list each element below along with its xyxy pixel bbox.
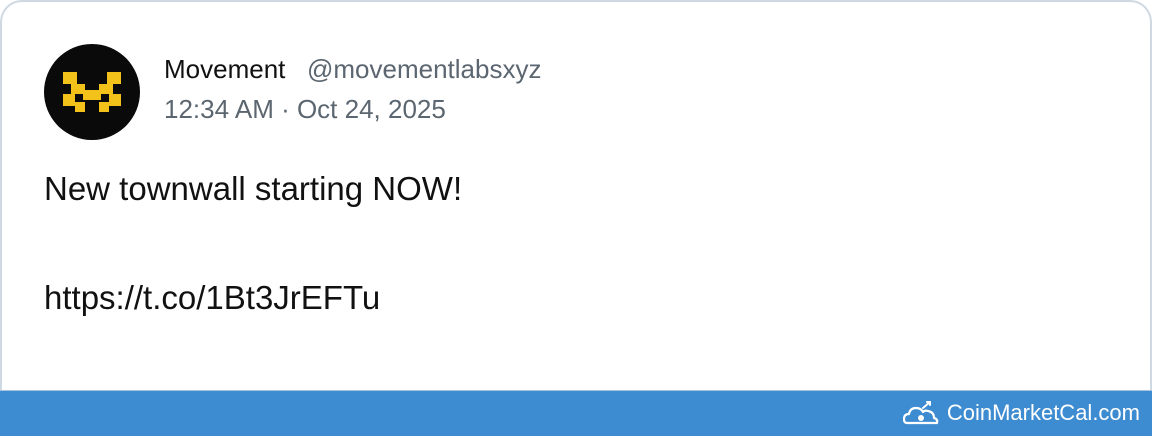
avatar[interactable] <box>44 44 140 140</box>
tweet-text: New townwall starting NOW! <box>44 170 463 207</box>
brand[interactable]: CoinMarketCal.com <box>902 399 1140 427</box>
brand-label: CoinMarketCal.com <box>946 400 1140 425</box>
tweet-card: Movement @movementlabsxyz 12:34 AM · Oct… <box>0 0 1152 390</box>
author-name[interactable]: Movement <box>164 54 285 85</box>
movement-logo-icon <box>63 72 121 112</box>
coinmarketcal-logo-icon <box>902 401 939 425</box>
footer-bar: CoinMarketCal.com <box>0 390 1152 436</box>
tweet-timestamp[interactable]: 12:34 AM · Oct 24, 2025 <box>164 94 446 125</box>
tweet-link[interactable]: https://t.co/1Bt3JrEFTu <box>44 279 380 317</box>
author-handle[interactable]: @movementlabsxyz <box>307 54 541 85</box>
